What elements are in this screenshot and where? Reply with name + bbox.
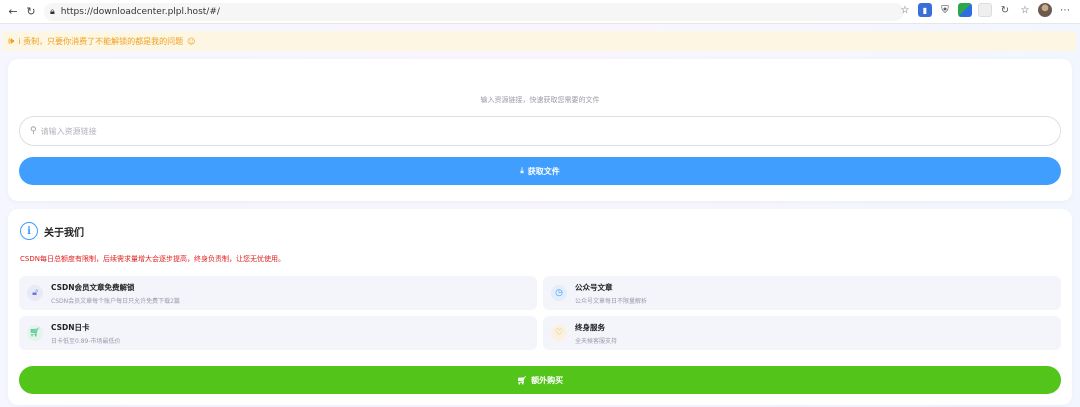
shield-extension-icon[interactable]: ⛨ bbox=[938, 3, 952, 17]
extra-purchase-label: 额外购买 bbox=[531, 375, 564, 385]
download-icon: ⤓ bbox=[520, 166, 524, 175]
feature-desc: 日卡低至0.89-市场最低价 bbox=[51, 337, 121, 345]
feature-title: CSDN日卡 bbox=[51, 322, 90, 332]
cart-icon: 🛒︎ bbox=[27, 325, 43, 341]
url-text[interactable]: https://downloadcenter.plpl.host/#/ bbox=[61, 7, 220, 17]
feature-desc: 全天候客服支持 bbox=[575, 337, 618, 345]
browser-toolbar: ← ↻ 🔒︎ https://downloadcenter.plpl.host/… bbox=[0, 0, 1080, 24]
heart-icon: ♡ bbox=[551, 325, 567, 341]
search-icon: ⚲ bbox=[30, 126, 37, 136]
notice-text: i 责制，只要你消费了不能解锁的都是我的问题 bbox=[18, 36, 184, 46]
feature-desc: CSDN会员文章每个账户每日只允许免费下载2篇 bbox=[51, 297, 180, 305]
download-hint: 输入资源链接，快速获取您需要的文件 bbox=[480, 96, 600, 104]
get-file-label: 获取文件 bbox=[527, 166, 560, 176]
feature-csdn-day-card: 🛒︎ CSDN日卡 日卡低至0.89-市场最低价 bbox=[19, 316, 537, 350]
more-menu-icon[interactable]: ⋯ bbox=[1058, 3, 1072, 17]
extension-box-icon[interactable] bbox=[978, 3, 992, 17]
clock-icon: ◷ bbox=[551, 285, 567, 301]
info-icon: i bbox=[20, 222, 38, 240]
profile-extension-icon[interactable]: ▮ bbox=[918, 3, 932, 17]
resource-link-field[interactable]: ⚲ bbox=[19, 116, 1061, 146]
back-icon[interactable]: ← bbox=[4, 3, 22, 21]
smile-icon: ☺ bbox=[187, 36, 196, 46]
feature-title: 终身服务 bbox=[575, 322, 605, 332]
extra-purchase-button[interactable]: 🛒︎ 额外购买 bbox=[19, 366, 1061, 394]
notice-bar: 🕪︎ i 责制，只要你消费了不能解锁的都是我的问题 ☺ bbox=[2, 31, 1076, 51]
star-icon[interactable]: ☆ bbox=[898, 3, 912, 17]
feature-csdn-unlock: 🔓︎ CSDN会员文章免费解锁 CSDN会员文章每个账户每日只允许免费下载2篇 bbox=[19, 276, 537, 310]
feature-desc: 公众号文章每日不限量解析 bbox=[575, 297, 648, 305]
feature-title: CSDN会员文章免费解锁 bbox=[51, 282, 135, 292]
sync-icon[interactable]: ↻ bbox=[998, 3, 1012, 17]
feature-lifetime-service: ♡ 终身服务 全天候客服支持 bbox=[543, 316, 1061, 350]
resource-link-input[interactable] bbox=[40, 126, 941, 136]
extension-icon[interactable] bbox=[958, 3, 972, 17]
lock-icon: 🔒︎ bbox=[50, 6, 55, 17]
download-card: 输入资源链接，快速获取您需要的文件 ⚲ ⤓ 获取文件 bbox=[8, 59, 1072, 201]
favorites-icon[interactable]: ☆ bbox=[1018, 3, 1032, 17]
feature-wechat-article: ◷ 公众号文章 公众号文章每日不限量解析 bbox=[543, 276, 1061, 310]
about-warning: CSDN每日总额度有限制，后续需求量增大会逐步提高，终身负责制，让您无忧使用。 bbox=[20, 255, 285, 263]
about-card: i 关于我们 CSDN每日总额度有限制，后续需求量增大会逐步提高，终身负责制，让… bbox=[8, 209, 1072, 405]
lock-icon: 🔓︎ bbox=[27, 285, 43, 301]
refresh-icon[interactable]: ↻ bbox=[22, 3, 40, 21]
address-bar[interactable]: 🔒︎ https://downloadcenter.plpl.host/#/ bbox=[44, 2, 904, 21]
about-title: 关于我们 bbox=[44, 227, 84, 239]
get-file-button[interactable]: ⤓ 获取文件 bbox=[19, 157, 1061, 185]
feature-title: 公众号文章 bbox=[575, 282, 613, 292]
speaker-icon: 🕪︎ bbox=[8, 35, 15, 47]
avatar[interactable] bbox=[1038, 3, 1052, 17]
cart-icon: 🛒︎ bbox=[516, 375, 528, 385]
